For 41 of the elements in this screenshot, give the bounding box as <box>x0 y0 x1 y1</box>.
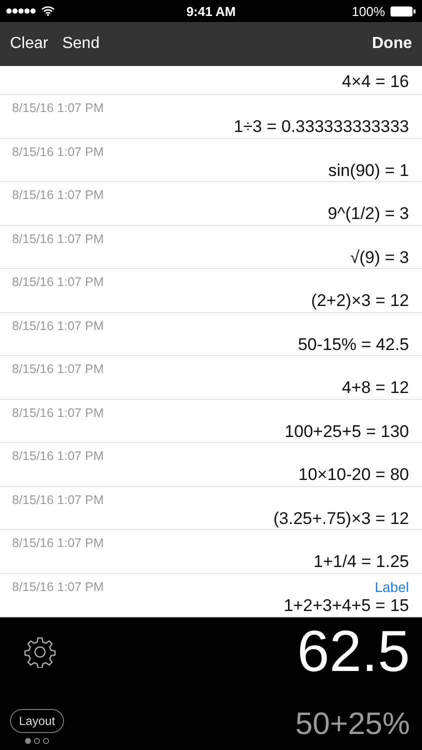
done-button[interactable]: Done <box>372 35 412 53</box>
nav-button[interactable]: Clear <box>10 35 48 53</box>
wifi-icon <box>41 6 55 16</box>
history-expression: √(9) = 3 <box>350 248 409 268</box>
history-expression: (3.25+.75)×3 = 12 <box>273 508 409 528</box>
expression-display: 50+25% <box>295 706 410 742</box>
history-expression: (2+2)×3 = 12 <box>311 291 409 311</box>
history-expression: 4+8 = 12 <box>342 378 409 398</box>
page-dot[interactable] <box>34 738 40 744</box>
history-expression: 100+25+5 = 130 <box>284 422 409 442</box>
history-date: 8/15/16 1:07 PM <box>12 318 104 332</box>
history-date: 8/15/16 1:07 PM <box>12 144 104 158</box>
history-date: 8/15/16 1:07 PM <box>12 362 104 376</box>
history-date: 8/15/16 1:07 PM <box>12 275 104 289</box>
history-date: 8/15/16 1:07 PM <box>12 232 104 246</box>
history-expression: 1÷3 = 0.333333333333 <box>234 117 409 137</box>
history-date: 8/15/16 1:07 PM <box>12 449 104 463</box>
settings-icon[interactable] <box>24 636 56 668</box>
page-dot[interactable] <box>25 738 32 744</box>
result-display: 62.5 <box>297 620 410 684</box>
signal-icon <box>6 8 36 14</box>
history-expression: 50-15% = 42.5 <box>298 334 409 354</box>
history-date: 8/15/16 1:07 PM <box>12 188 104 202</box>
battery-percent: 100% <box>352 4 385 18</box>
battery-icon <box>390 6 416 16</box>
status-time: 9:41 AM <box>186 4 236 18</box>
history-date: 8/15/16 1:07 PM <box>12 101 104 115</box>
nav-button[interactable]: Send <box>62 35 100 53</box>
label-link[interactable]: Label <box>374 578 409 594</box>
history-expression: 1+1/4 = 1.25 <box>314 552 409 572</box>
history-date: 8/15/16 1:07 PM <box>12 492 104 506</box>
history-date: 8/15/16 1:07 PM <box>12 406 104 420</box>
layout-button[interactable]: Layout <box>10 709 64 733</box>
history-date: 8/15/16 1:07 PM <box>12 536 104 550</box>
history-expression: sin(90) = 1 <box>328 160 409 180</box>
page-dot[interactable] <box>43 738 50 744</box>
history-expression: 9^(1/2) = 3 <box>328 204 409 224</box>
history-expression: 10×10-20 = 80 <box>298 465 409 485</box>
history-date: 8/15/16 1:07 PM <box>12 580 104 594</box>
history-expression: 1+2+3+4+5 = 15 <box>284 596 409 616</box>
history-expression: 4×4 = 16 <box>342 72 409 92</box>
